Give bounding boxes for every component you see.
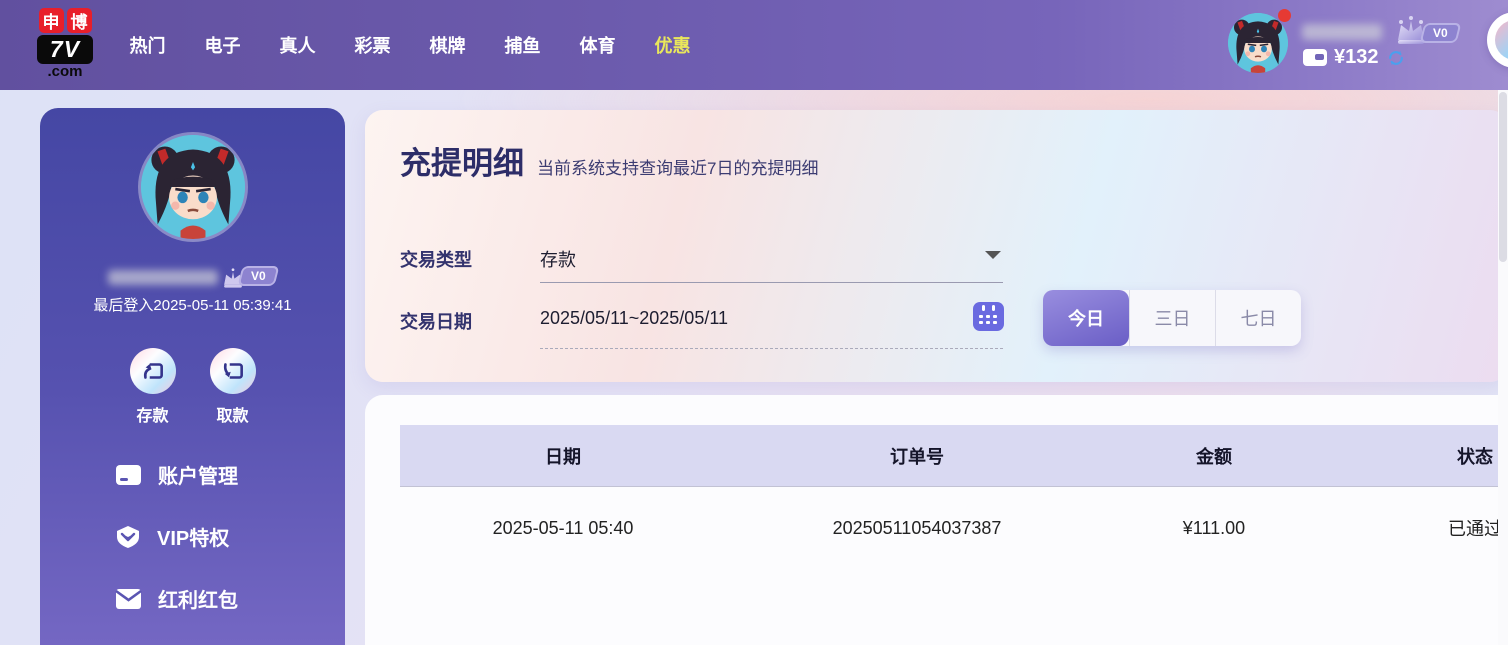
vip-shield-icon (117, 525, 139, 548)
cell-order-no: 20250511054037387 (832, 517, 1002, 538)
transaction-type-label: 交易类型 (400, 250, 472, 270)
nav-item-cards[interactable]: 棋牌 (410, 32, 485, 58)
sidebar-item-label: 红利红包 (158, 590, 238, 612)
nav-item-hot[interactable]: 热门 (110, 32, 185, 58)
date-input-underline (540, 348, 1003, 349)
cell-date: 2025-05-11 05:40 (492, 517, 634, 538)
top-navbar: 申 博 7V .com 热门 电子 真人 彩票 棋牌 捕鱼 体育 优惠 V0 ¥… (0, 0, 1508, 90)
logo-characters: 申 博 (38, 8, 92, 33)
bank-card-icon (116, 464, 141, 485)
sidebar-avatar[interactable] (140, 135, 245, 239)
avatar-illustration (1228, 13, 1288, 73)
nav-item-slots[interactable]: 电子 (185, 32, 260, 58)
page-title: 充提明细 (400, 146, 524, 181)
logo-char-2: 博 (66, 8, 92, 33)
chevron-down-icon[interactable] (985, 251, 1001, 259)
logo-main: 7V (37, 35, 93, 64)
nav-item-promotions[interactable]: 优惠 (635, 32, 710, 58)
vip-level-badge[interactable]: V0 (1392, 14, 1462, 46)
table-header-row: 日期 订单号 金额 状态 (400, 425, 1508, 487)
main-nav: 热门 电子 真人 彩票 棋牌 捕鱼 体育 优惠 (110, 0, 710, 90)
page-scrollbar[interactable] (1498, 90, 1508, 645)
nav-item-fishing[interactable]: 捕鱼 (485, 32, 560, 58)
header-order-no: 订单号 (890, 446, 944, 467)
user-sidebar: V0 最后登入2025-05-11 05:39:41 存款 取款 账户管理 VI… (40, 108, 345, 645)
table-row: 2025-05-11 05:40 20250511054037387 ¥111.… (400, 487, 1508, 569)
balance-area: ¥132 (1303, 46, 1406, 69)
last-login-text: 最后登入2025-05-11 05:39:41 (93, 297, 292, 314)
range-button-7days[interactable]: 七日 (1215, 290, 1301, 346)
notification-dot (1278, 9, 1291, 22)
transaction-type-select[interactable]: 存款 (540, 246, 576, 272)
withdraw-icon (209, 348, 256, 394)
quick-actions: 存款 取款 (40, 348, 345, 426)
wallet-icon (1303, 49, 1327, 66)
refresh-balance-icon[interactable] (1386, 48, 1406, 68)
header-date: 日期 (545, 446, 581, 467)
records-panel: 日期 订单号 金额 状态 2025-05-11 05:40 2025051105… (365, 395, 1508, 645)
cell-status: 已通过 (1448, 519, 1502, 539)
sidebar-user-row: V0 (40, 266, 345, 289)
avatar-illustration (140, 135, 245, 239)
page-title-row: 充提明细 当前系统支持查询最近7日的充提明细 (400, 138, 818, 183)
navbar-avatar[interactable] (1228, 9, 1291, 73)
transaction-date-label: 交易日期 (400, 312, 472, 332)
type-select-underline (540, 282, 1003, 283)
cell-amount: ¥111.00 (1182, 517, 1246, 538)
sidebar-item-bonus[interactable]: 红利红包 (115, 584, 238, 613)
balance-amount: ¥132 (1334, 46, 1379, 68)
date-range-input[interactable]: 2025/05/11~2025/05/11 (540, 308, 728, 329)
avatar (1228, 13, 1288, 73)
sidebar-item-account[interactable]: 账户管理 (115, 460, 238, 489)
deposit-button[interactable]: 存款 (129, 348, 176, 426)
site-logo[interactable]: 申 博 7V .com (36, 8, 94, 80)
nav-item-sports[interactable]: 体育 (560, 32, 635, 58)
header-status: 状态 (1457, 446, 1493, 467)
username-redacted (108, 270, 219, 285)
vip-level-label: V0 (1419, 23, 1462, 43)
nav-item-live[interactable]: 真人 (260, 32, 335, 58)
withdraw-label: 取款 (216, 408, 249, 425)
sidebar-item-label: 账户管理 (158, 466, 238, 488)
red-packet-envelope-icon (115, 588, 142, 609)
records-table: 日期 订单号 金额 状态 2025-05-11 05:40 2025051105… (400, 425, 1508, 569)
page-subtitle: 当前系统支持查询最近7日的充提明细 (537, 159, 819, 178)
deposit-label: 存款 (136, 408, 169, 425)
logo-char-1: 申 (38, 8, 64, 33)
logo-suffix: .com (47, 63, 83, 80)
withdraw-button[interactable]: 取款 (209, 348, 256, 426)
scrollbar-thumb[interactable] (1499, 92, 1507, 262)
sidebar-item-label: VIP特权 (157, 528, 230, 550)
username-redacted (1302, 24, 1382, 40)
nav-item-lottery[interactable]: 彩票 (335, 32, 410, 58)
header-amount: 金额 (1196, 446, 1232, 467)
sidebar-menu: 账户管理 VIP特权 红利红包 (115, 460, 238, 613)
vip-level-label: V0 (237, 266, 280, 286)
calendar-icon[interactable] (973, 302, 1004, 331)
range-button-today[interactable]: 今日 (1043, 290, 1129, 346)
sidebar-item-vip[interactable]: VIP特权 (115, 522, 238, 551)
filter-panel: 充提明细 当前系统支持查询最近7日的充提明细 交易类型 存款 交易日期 2025… (365, 110, 1508, 382)
deposit-icon (129, 348, 176, 394)
date-range-quick-buttons: 今日 三日 七日 (1043, 290, 1301, 346)
range-button-3days[interactable]: 三日 (1129, 290, 1215, 346)
